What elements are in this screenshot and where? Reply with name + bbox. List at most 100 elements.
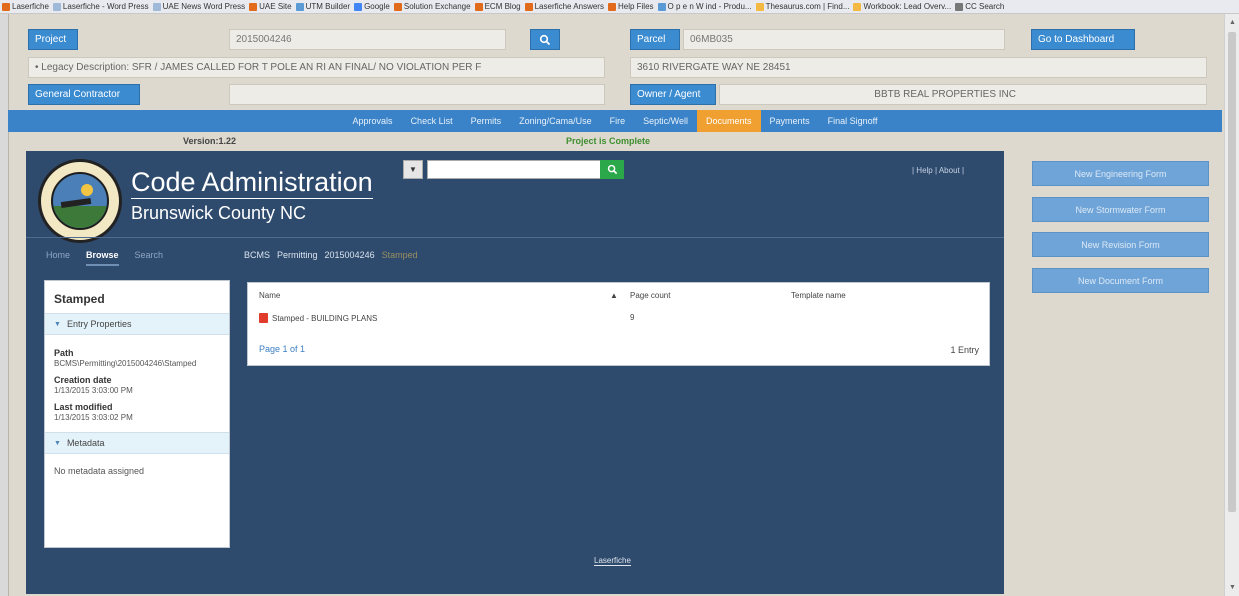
bookmark-item[interactable]: Laserfiche bbox=[2, 2, 49, 11]
nav-item-septic-well[interactable]: Septic/Well bbox=[634, 110, 697, 132]
last-modified-value: 1/13/2015 3:03:02 PM bbox=[54, 413, 133, 422]
document-list: Name ▲ Page count Template name Stamped … bbox=[247, 282, 990, 366]
nav-item-check-list[interactable]: Check List bbox=[402, 110, 462, 132]
bookmark-item[interactable]: Google bbox=[354, 2, 390, 11]
bookmark-item[interactable]: UAE Site bbox=[249, 2, 292, 11]
bookmark-favicon-icon bbox=[354, 2, 363, 11]
bookmark-item[interactable]: Laserfiche Answers bbox=[524, 2, 604, 11]
tab-home[interactable]: Home bbox=[46, 250, 70, 266]
breadcrumb-item[interactable]: BCMS bbox=[244, 250, 270, 260]
project-status: Project is Complete bbox=[566, 136, 651, 146]
nav-item-fire[interactable]: Fire bbox=[601, 110, 635, 132]
repository-search-input[interactable] bbox=[427, 160, 624, 179]
bookmark-item[interactable]: CC Search bbox=[955, 2, 1004, 11]
bookmark-favicon-icon bbox=[52, 2, 61, 11]
general-contractor-field bbox=[229, 84, 605, 105]
bookmark-item[interactable]: O p e n W ind - Produ... bbox=[657, 2, 752, 11]
nav-item-final-signoff[interactable]: Final Signoff bbox=[819, 110, 887, 132]
repository-tabs: Home Browse Search bbox=[46, 250, 179, 266]
bookmark-favicon-icon bbox=[152, 2, 161, 11]
table-row[interactable]: Stamped - BUILDING PLANS bbox=[259, 313, 377, 323]
bookmark-item[interactable]: Thesaurus.com | Find... bbox=[755, 2, 849, 11]
help-about-links[interactable]: | Help | About | bbox=[912, 166, 964, 175]
creation-date-value: 1/13/2015 3:03:00 PM bbox=[54, 386, 133, 395]
bookmark-favicon-icon bbox=[755, 2, 764, 11]
search-scope-dropdown[interactable]: ▼ bbox=[403, 160, 423, 179]
entry-properties-header[interactable]: ▼ Entry Properties bbox=[45, 313, 229, 335]
bookmark-favicon-icon bbox=[853, 2, 862, 11]
new-revision-form-button[interactable]: New Revision Form bbox=[1032, 232, 1209, 257]
general-contractor-button[interactable]: General Contractor bbox=[28, 84, 140, 105]
folder-title: Stamped bbox=[54, 291, 105, 306]
nav-item-payments[interactable]: Payments bbox=[761, 110, 819, 132]
bookmark-label: Laserfiche Answers bbox=[534, 2, 604, 11]
bookmark-label: Laserfiche - Word Press bbox=[62, 2, 149, 11]
collapse-triangle-icon: ▼ bbox=[54, 320, 61, 328]
nav-item-approvals[interactable]: Approvals bbox=[344, 110, 402, 132]
breadcrumb-item[interactable]: Permitting bbox=[277, 250, 318, 260]
legacy-description-field: • Legacy Description: SFR / JAMES CALLED… bbox=[28, 57, 605, 78]
bookmark-item[interactable]: UAE News Word Press bbox=[152, 2, 246, 11]
bookmark-label: UAE Site bbox=[259, 2, 292, 11]
bookmark-label: UTM Builder bbox=[305, 2, 351, 11]
pagination[interactable]: Page 1 of 1 bbox=[259, 344, 305, 354]
bookmark-item[interactable]: Workbook: Lead Overv... bbox=[853, 2, 951, 11]
bookmark-label: UAE News Word Press bbox=[162, 2, 246, 11]
nav-item-documents[interactable]: Documents bbox=[697, 110, 761, 132]
bookmark-favicon-icon bbox=[295, 2, 304, 11]
parcel-button[interactable]: Parcel bbox=[630, 29, 680, 50]
go-to-dashboard-button[interactable]: Go to Dashboard bbox=[1031, 29, 1135, 50]
new-document-form-button[interactable]: New Document Form bbox=[1032, 268, 1209, 293]
bookmark-favicon-icon bbox=[249, 2, 258, 11]
new-stormwater-form-button[interactable]: New Stormwater Form bbox=[1032, 197, 1209, 222]
new-engineering-form-button[interactable]: New Engineering Form bbox=[1032, 161, 1209, 186]
breadcrumb: BCMS Permitting 2015004246 Stamped bbox=[244, 250, 425, 260]
repository-title[interactable]: Code Administration bbox=[131, 167, 373, 199]
bookmark-favicon-icon bbox=[474, 2, 483, 11]
project-field[interactable]: 2015004246 bbox=[229, 29, 506, 50]
sort-ascending-icon[interactable]: ▲ bbox=[610, 291, 618, 300]
document-page-count: 9 bbox=[630, 313, 635, 322]
collapse-triangle-icon: ▼ bbox=[54, 439, 61, 447]
bookmark-favicon-icon bbox=[607, 2, 616, 11]
pdf-file-icon bbox=[259, 313, 268, 323]
column-header-template[interactable]: Template name bbox=[791, 291, 846, 300]
properties-sidebar: Stamped ▼ Entry Properties Path BCMS\Per… bbox=[44, 280, 230, 548]
county-seal-logo bbox=[38, 159, 122, 243]
vertical-scrollbar[interactable]: ▲ ▼ bbox=[1224, 14, 1239, 596]
metadata-header[interactable]: ▼ Metadata bbox=[45, 432, 229, 454]
bookmark-item[interactable]: Help Files bbox=[607, 2, 654, 11]
scroll-thumb[interactable] bbox=[1228, 32, 1236, 512]
bookmark-favicon-icon bbox=[393, 2, 402, 11]
bookmark-favicon-icon bbox=[524, 2, 533, 11]
owner-agent-button[interactable]: Owner / Agent bbox=[630, 84, 716, 105]
bookmark-item[interactable]: Laserfiche - Word Press bbox=[52, 2, 149, 11]
breadcrumb-item[interactable]: 2015004246 bbox=[325, 250, 375, 260]
column-header-page-count[interactable]: Page count bbox=[630, 291, 670, 300]
parcel-field[interactable]: 06MB035 bbox=[683, 29, 1005, 50]
bookmark-label: CC Search bbox=[965, 2, 1005, 11]
nav-item-zoning-cama-use[interactable]: Zoning/Cama/Use bbox=[510, 110, 601, 132]
nav-item-permits[interactable]: Permits bbox=[462, 110, 511, 132]
bookmark-item[interactable]: UTM Builder bbox=[295, 2, 351, 11]
document-name[interactable]: Stamped - BUILDING PLANS bbox=[272, 314, 377, 323]
tab-browse[interactable]: Browse bbox=[86, 250, 119, 266]
bookmark-favicon-icon bbox=[955, 2, 964, 11]
project-search-button[interactable] bbox=[530, 29, 560, 50]
path-label: Path bbox=[54, 348, 74, 358]
laserfiche-footer-link[interactable]: Laserfiche bbox=[594, 556, 631, 566]
bookmark-item[interactable]: Solution Exchange bbox=[393, 2, 471, 11]
scroll-up-icon[interactable]: ▲ bbox=[1228, 18, 1237, 27]
search-icon bbox=[539, 34, 551, 45]
breadcrumb-item[interactable]: Stamped bbox=[382, 250, 418, 260]
repository-search-button[interactable] bbox=[600, 160, 624, 179]
bookmark-label: Solution Exchange bbox=[403, 2, 471, 11]
bookmark-label: Laserfiche bbox=[12, 2, 49, 11]
bookmark-item[interactable]: ECM Blog bbox=[474, 2, 521, 11]
column-header-name[interactable]: Name bbox=[259, 291, 280, 300]
project-button[interactable]: Project bbox=[28, 29, 78, 50]
bookmark-label: Google bbox=[364, 2, 390, 11]
search-icon bbox=[607, 164, 617, 175]
tab-search[interactable]: Search bbox=[135, 250, 164, 266]
scroll-down-icon[interactable]: ▼ bbox=[1228, 583, 1237, 592]
